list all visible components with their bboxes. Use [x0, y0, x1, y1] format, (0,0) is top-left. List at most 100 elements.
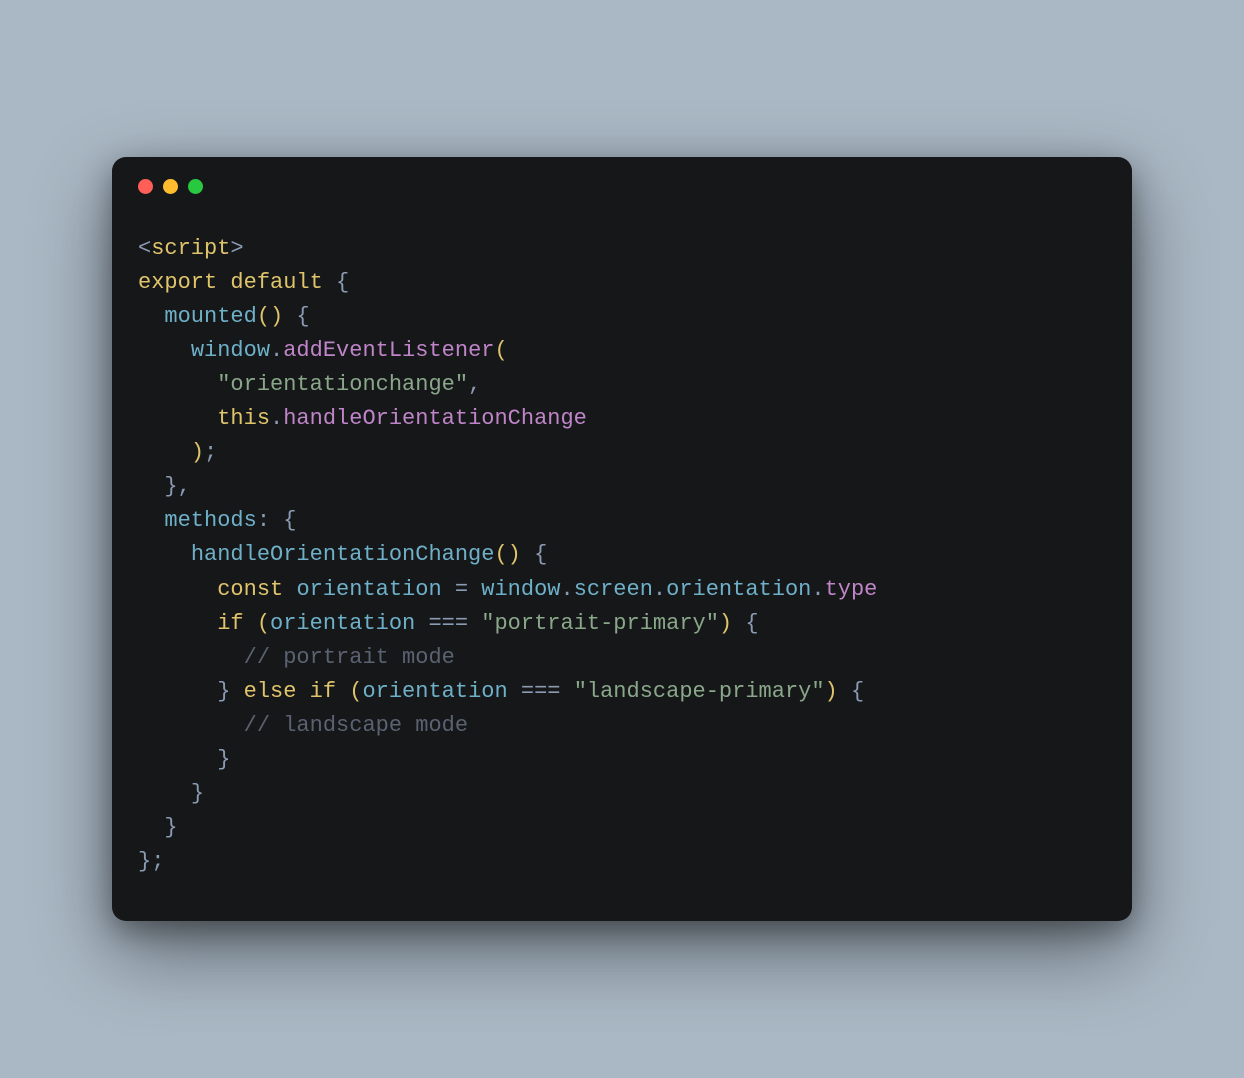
code-line: }; [138, 845, 1106, 879]
code-token: script [151, 236, 230, 261]
code-token: === [521, 679, 574, 704]
code-token: ) [191, 440, 204, 465]
code-token: // portrait mode [244, 645, 455, 670]
close-icon[interactable] [138, 179, 153, 194]
code-token [138, 781, 191, 806]
code-token: { [336, 270, 349, 295]
code-line: const orientation = window.screen.orient… [138, 573, 1106, 607]
code-token: { [838, 679, 864, 704]
code-token: // landscape mode [244, 713, 468, 738]
code-token: . [561, 577, 574, 602]
code-token: === [428, 611, 481, 636]
code-token: ( [494, 338, 507, 363]
code-line: <script> [138, 232, 1106, 266]
code-token: this [217, 406, 270, 431]
code-token: { [283, 508, 296, 533]
code-token: mounted [164, 304, 256, 329]
code-line: } [138, 777, 1106, 811]
code-token: = [455, 577, 481, 602]
code-token: . [653, 577, 666, 602]
code-token: < [138, 236, 151, 261]
code-token: { [283, 304, 309, 329]
code-token: handleOrientationChange [191, 542, 495, 567]
code-line: export default { [138, 266, 1106, 300]
code-line: } [138, 811, 1106, 845]
code-token: } [191, 781, 204, 806]
zoom-icon[interactable] [188, 179, 203, 194]
code-token [138, 645, 244, 670]
code-token: , [468, 372, 481, 397]
code-token [138, 577, 217, 602]
code-line: mounted() { [138, 300, 1106, 334]
code-line: // portrait mode [138, 641, 1106, 675]
code-token: "orientationchange" [217, 372, 468, 397]
code-token: orientation [270, 611, 428, 636]
code-token: orientation [666, 577, 811, 602]
code-token: } [217, 747, 230, 772]
code-token: () [257, 304, 283, 329]
code-token [138, 440, 191, 465]
code-token: ; [204, 440, 217, 465]
code-token: ) [825, 679, 838, 704]
code-token: ( [349, 679, 362, 704]
code-token: > [230, 236, 243, 261]
code-line: ); [138, 436, 1106, 470]
code-token: { [732, 611, 758, 636]
code-token: () [494, 542, 520, 567]
code-block: <script>export default { mounted() { win… [112, 198, 1132, 922]
code-token: . [270, 406, 283, 431]
code-token: if [217, 611, 257, 636]
code-line: // landscape mode [138, 709, 1106, 743]
code-token [138, 372, 217, 397]
code-token: type [825, 577, 878, 602]
code-token: ; [151, 849, 164, 874]
code-token: window [481, 577, 560, 602]
code-token [138, 713, 244, 738]
code-line: } else if (orientation === "landscape-pr… [138, 675, 1106, 709]
code-token: . [811, 577, 824, 602]
code-token: } [164, 474, 177, 499]
code-token: : [257, 508, 283, 533]
code-token [138, 747, 217, 772]
code-line: } [138, 743, 1106, 777]
code-token: } [164, 815, 177, 840]
code-token [138, 542, 191, 567]
code-token [138, 406, 217, 431]
code-token: default [230, 270, 336, 295]
code-token [138, 474, 164, 499]
code-line: "orientationchange", [138, 368, 1106, 402]
code-token: . [270, 338, 283, 363]
code-token: } [217, 679, 243, 704]
code-token [138, 611, 217, 636]
code-line: if (orientation === "portrait-primary") … [138, 607, 1106, 641]
code-token: screen [574, 577, 653, 602]
code-token: else if [244, 679, 350, 704]
code-token: handleOrientationChange [283, 406, 587, 431]
code-token: , [178, 474, 191, 499]
code-token [138, 338, 191, 363]
code-window: <script>export default { mounted() { win… [112, 157, 1132, 922]
window-titlebar [112, 157, 1132, 198]
minimize-icon[interactable] [163, 179, 178, 194]
code-token: ( [257, 611, 270, 636]
code-token [138, 679, 217, 704]
code-token: { [521, 542, 547, 567]
code-token: orientation [362, 679, 520, 704]
code-token: ) [719, 611, 732, 636]
code-line: window.addEventListener( [138, 334, 1106, 368]
code-token: "portrait-primary" [481, 611, 719, 636]
code-line: methods: { [138, 504, 1106, 538]
code-token: "landscape-primary" [574, 679, 825, 704]
code-token: } [138, 849, 151, 874]
code-token: methods [164, 508, 256, 533]
code-token: addEventListener [283, 338, 494, 363]
code-token: orientation [296, 577, 454, 602]
code-line: handleOrientationChange() { [138, 538, 1106, 572]
code-token [138, 304, 164, 329]
code-line: }, [138, 470, 1106, 504]
code-token [138, 508, 164, 533]
code-line: this.handleOrientationChange [138, 402, 1106, 436]
code-token: export [138, 270, 230, 295]
code-token: window [191, 338, 270, 363]
code-token: const [217, 577, 296, 602]
